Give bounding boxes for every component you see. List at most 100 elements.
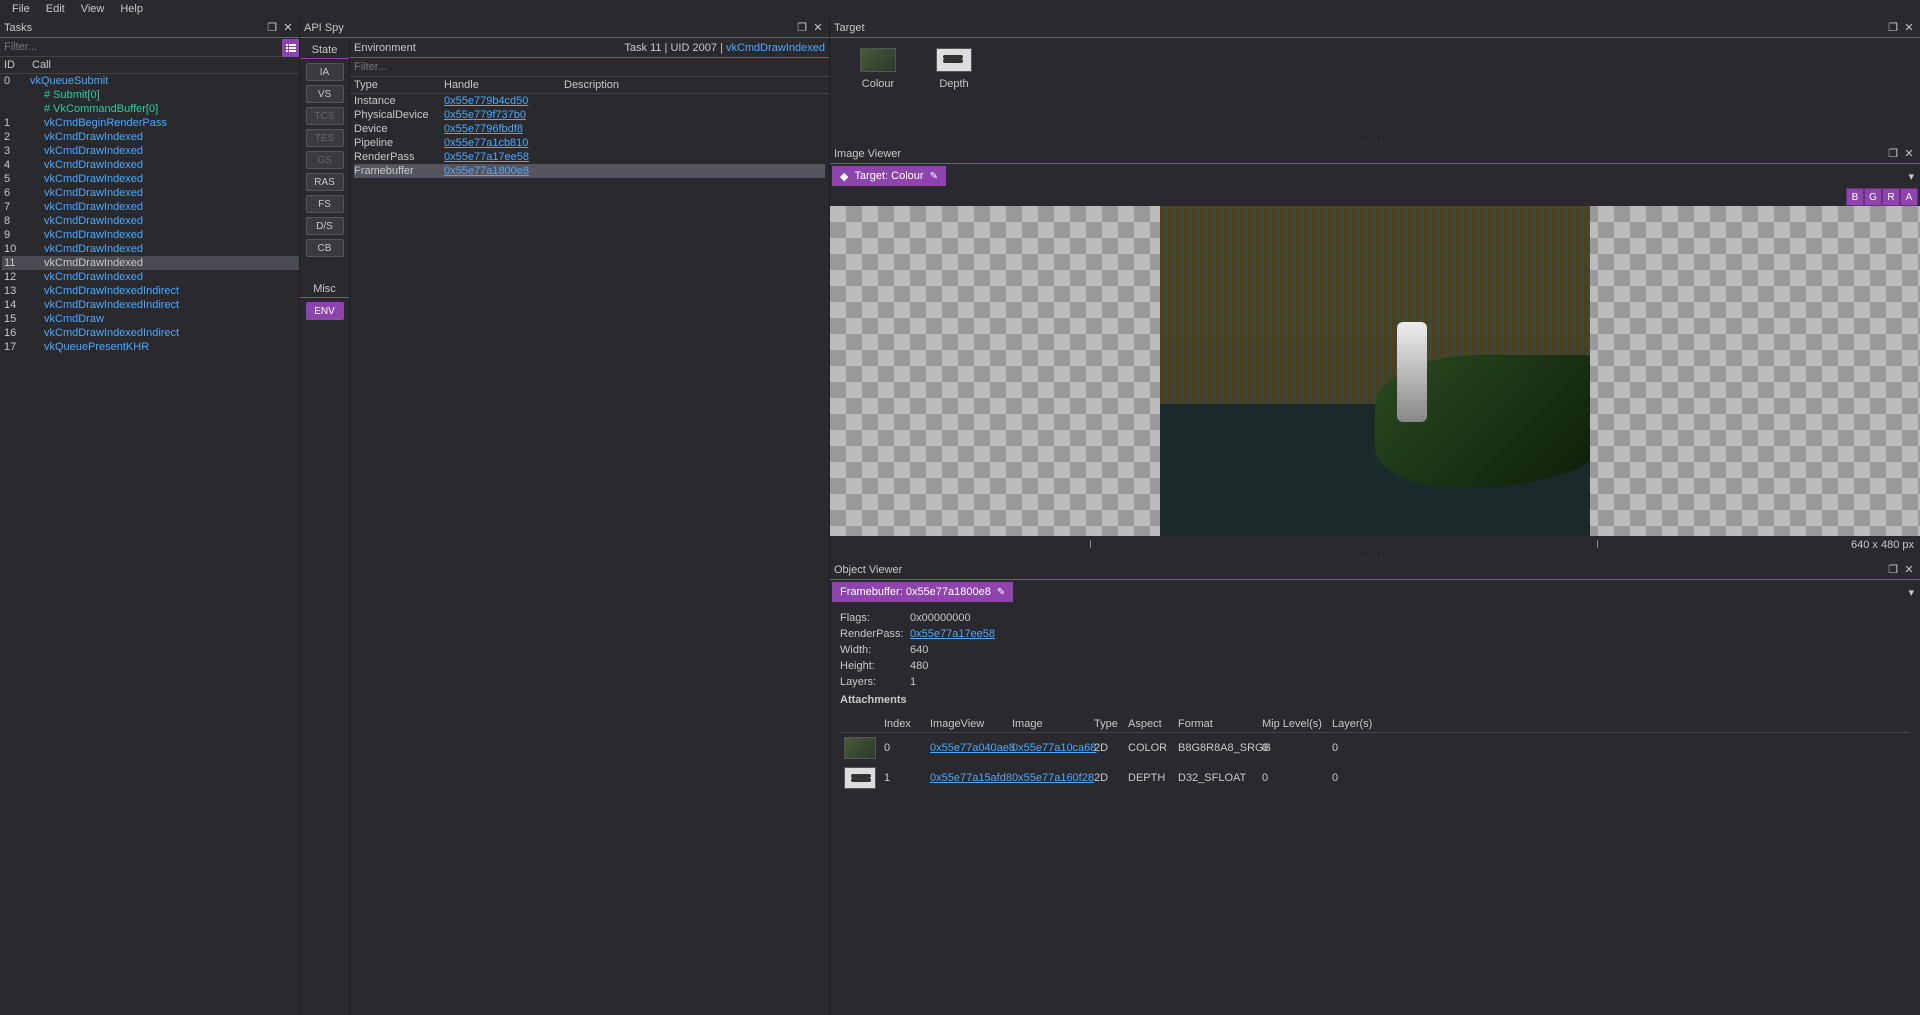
object-tag[interactable]: Framebuffer: 0x55e77a1800e8 ✎ [832, 582, 1013, 602]
back-icon[interactable]: ◆ [840, 170, 848, 183]
dropdown-icon[interactable]: ▾ [1908, 586, 1914, 599]
task-row[interactable]: # Submit[0] [2, 88, 299, 102]
handle-link[interactable]: 0x55e779f737b0 [444, 109, 526, 121]
stage-button-vs[interactable]: VS [306, 85, 344, 103]
imageview-link[interactable]: 0x55e77a040ae8 [930, 742, 1015, 754]
state-column: State IAVSTCSTESGSRASFSD/SCB Misc ENV [300, 38, 350, 1015]
breadcrumb-cmd-link[interactable]: vkCmdDrawIndexed [726, 42, 825, 54]
task-row[interactable]: 9vkCmdDrawIndexed [2, 228, 299, 242]
tasks-header: ID Call [0, 57, 299, 74]
stage-button-tcs[interactable]: TCS [306, 107, 344, 125]
channel-bar: BGRA [1846, 188, 1918, 206]
env-button[interactable]: ENV [306, 302, 344, 320]
image-canvas[interactable] [830, 206, 1920, 536]
task-row[interactable]: 13vkCmdDrawIndexedIndirect [2, 284, 299, 298]
tasks-list[interactable]: 0vkQueueSubmit# Submit[0]# VkCommandBuff… [0, 74, 299, 1015]
close-icon[interactable]: ✕ [1902, 21, 1916, 35]
stage-button-fs[interactable]: FS [306, 195, 344, 213]
channel-button-r[interactable]: R [1882, 188, 1900, 206]
renderpass-link[interactable]: 0x55e77a17ee58 [910, 628, 995, 640]
env-row[interactable]: Pipeline0x55e77a1cb810 [354, 136, 825, 150]
menu-edit[interactable]: Edit [38, 1, 73, 17]
apispy-title: API Spy [304, 22, 795, 34]
restore-icon[interactable]: ❐ [1886, 21, 1900, 35]
handle-link[interactable]: 0x55e779b4cd50 [444, 95, 528, 107]
target-panel: Target ❐ ✕ ColourDepth ······ [830, 18, 1920, 144]
object-viewer-title: Object Viewer [834, 564, 1886, 576]
task-row[interactable]: 17vkQueuePresentKHR [2, 340, 299, 354]
task-row[interactable]: 1vkCmdBeginRenderPass [2, 116, 299, 130]
channel-button-b[interactable]: B [1846, 188, 1864, 206]
stage-button-ia[interactable]: IA [306, 63, 344, 81]
dropdown-icon[interactable]: ▾ [1908, 170, 1914, 183]
restore-icon[interactable]: ❐ [265, 21, 279, 35]
pin-icon[interactable]: ✎ [997, 587, 1005, 598]
target-label: Colour [862, 78, 894, 90]
stage-button-gs[interactable]: GS [306, 151, 344, 169]
task-row[interactable]: 0vkQueueSubmit [2, 74, 299, 88]
task-row[interactable]: 12vkCmdDrawIndexed [2, 270, 299, 284]
close-icon[interactable]: ✕ [281, 21, 295, 35]
tasks-filter-input[interactable] [0, 38, 282, 57]
attachment-row[interactable]: 1 0x55e77a15afd8 0x55e77a160f28 2D DEPTH… [840, 763, 1910, 793]
task-row[interactable]: 11vkCmdDrawIndexed [2, 256, 299, 270]
task-row[interactable]: 16vkCmdDrawIndexedIndirect [2, 326, 299, 340]
target-thumbnail [860, 48, 896, 72]
col-id: ID [4, 59, 32, 71]
close-icon[interactable]: ✕ [1902, 147, 1916, 161]
restore-icon[interactable]: ❐ [1886, 563, 1900, 577]
handle-link[interactable]: 0x55e77a1cb810 [444, 137, 528, 149]
close-icon[interactable]: ✕ [1902, 563, 1916, 577]
image-link[interactable]: 0x55e77a10ca68 [1012, 742, 1096, 754]
target-item-depth[interactable]: Depth [936, 48, 972, 90]
menu-help[interactable]: Help [112, 1, 151, 17]
channel-button-g[interactable]: G [1864, 188, 1882, 206]
task-row[interactable]: 5vkCmdDrawIndexed [2, 172, 299, 186]
task-row[interactable]: 3vkCmdDrawIndexed [2, 144, 299, 158]
handle-link[interactable]: 0x55e77a1800e8 [444, 165, 529, 177]
stage-button-cb[interactable]: CB [306, 239, 344, 257]
env-filter-input[interactable] [350, 58, 829, 77]
target-body: Colour Depth [830, 38, 1920, 138]
task-row[interactable]: 2vkCmdDrawIndexed [2, 130, 299, 144]
restore-icon[interactable]: ❐ [1886, 147, 1900, 161]
close-icon[interactable]: ✕ [811, 21, 825, 35]
task-row[interactable]: 10vkCmdDrawIndexed [2, 242, 299, 256]
imageview-link[interactable]: 0x55e77a15afd8 [930, 772, 1012, 784]
tasks-filter-toggle[interactable] [282, 39, 299, 57]
task-row[interactable]: # VkCommandBuffer[0] [2, 102, 299, 116]
image-dimensions: 640 x 480 px [1851, 539, 1914, 551]
channel-button-a[interactable]: A [1900, 188, 1918, 206]
stage-button-d-s[interactable]: D/S [306, 217, 344, 235]
attachment-row[interactable]: 0 0x55e77a040ae8 0x55e77a10ca68 2D COLOR… [840, 733, 1910, 763]
attachments-label: Attachments [840, 694, 1910, 706]
stage-button-tes[interactable]: TES [306, 129, 344, 147]
apispy-panel: API Spy ❐ ✕ State IA VS TCS TES GS RAS FS D/S CB… [300, 18, 830, 1015]
image-link[interactable]: 0x55e77a160f28 [1012, 772, 1094, 784]
task-row[interactable]: 15vkCmdDraw [2, 312, 299, 326]
env-table-body: Instance0x55e779b4cd50PhysicalDevice0x55… [350, 94, 829, 178]
env-row[interactable]: RenderPass0x55e77a17ee58 [354, 150, 825, 164]
restore-icon[interactable]: ❐ [795, 21, 809, 35]
pin-icon[interactable]: ✎ [930, 171, 938, 182]
col-call: Call [32, 59, 295, 71]
handle-link[interactable]: 0x55e77a17ee58 [444, 151, 529, 163]
menu-file[interactable]: File [4, 1, 38, 17]
image-target-tag[interactable]: ◆ Target: Colour ✎ [832, 166, 946, 186]
env-row[interactable]: Device0x55e7796fbdf8 [354, 122, 825, 136]
object-viewer-panel: Object Viewer ❐ ✕ Framebuffer: 0x55e77a1… [830, 560, 1920, 1015]
task-row[interactable]: 14vkCmdDrawIndexedIndirect [2, 298, 299, 312]
state-label: State [300, 42, 349, 59]
task-row[interactable]: 8vkCmdDrawIndexed [2, 214, 299, 228]
handle-link[interactable]: 0x55e7796fbdf8 [444, 123, 523, 135]
image-status-bar: 640 x 480 px [830, 536, 1920, 554]
task-row[interactable]: 4vkCmdDrawIndexed [2, 158, 299, 172]
task-row[interactable]: 6vkCmdDrawIndexed [2, 186, 299, 200]
stage-button-ras[interactable]: RAS [306, 173, 344, 191]
env-row[interactable]: Instance0x55e779b4cd50 [354, 94, 825, 108]
env-row[interactable]: PhysicalDevice0x55e779f737b0 [354, 108, 825, 122]
menu-view[interactable]: View [73, 1, 113, 17]
task-row[interactable]: 7vkCmdDrawIndexed [2, 200, 299, 214]
env-row[interactable]: Framebuffer0x55e77a1800e8 [354, 164, 825, 178]
target-item-colour[interactable]: Colour [860, 48, 896, 90]
